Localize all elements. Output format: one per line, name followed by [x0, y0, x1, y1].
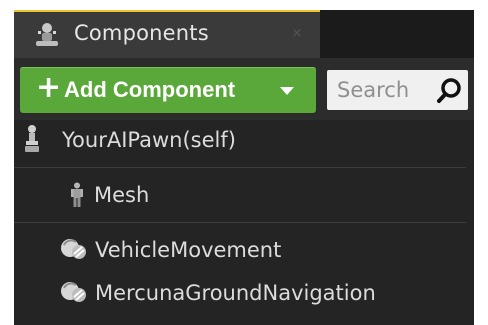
close-icon[interactable]: × — [291, 27, 303, 40]
divider — [14, 222, 466, 223]
components-icon — [36, 23, 58, 46]
search-placeholder: Search — [337, 78, 410, 102]
tree-root-label[interactable]: YourAIPawn(self) — [62, 128, 236, 152]
mesh-figure-icon — [71, 182, 83, 207]
movement-component-icon — [61, 239, 86, 259]
components-panel-frame: Components × + Add Component Search Your… — [0, 0, 488, 325]
tab-components[interactable]: Components × — [14, 10, 320, 58]
movement-component-icon — [61, 282, 86, 302]
divider — [14, 167, 466, 168]
dropdown-caret-icon[interactable] — [279, 86, 295, 96]
add-component-label: Add Component — [64, 77, 236, 102]
tree-item-label[interactable]: MercunaGroundNavigation — [95, 281, 376, 305]
tab-title: Components — [74, 21, 209, 45]
search-icon[interactable] — [436, 76, 464, 104]
tree-item-label[interactable]: VehicleMovement — [95, 238, 281, 262]
tree-item-label[interactable]: Mesh — [94, 183, 149, 207]
pawn-icon — [25, 125, 39, 152]
add-plus-icon: + — [36, 70, 62, 105]
